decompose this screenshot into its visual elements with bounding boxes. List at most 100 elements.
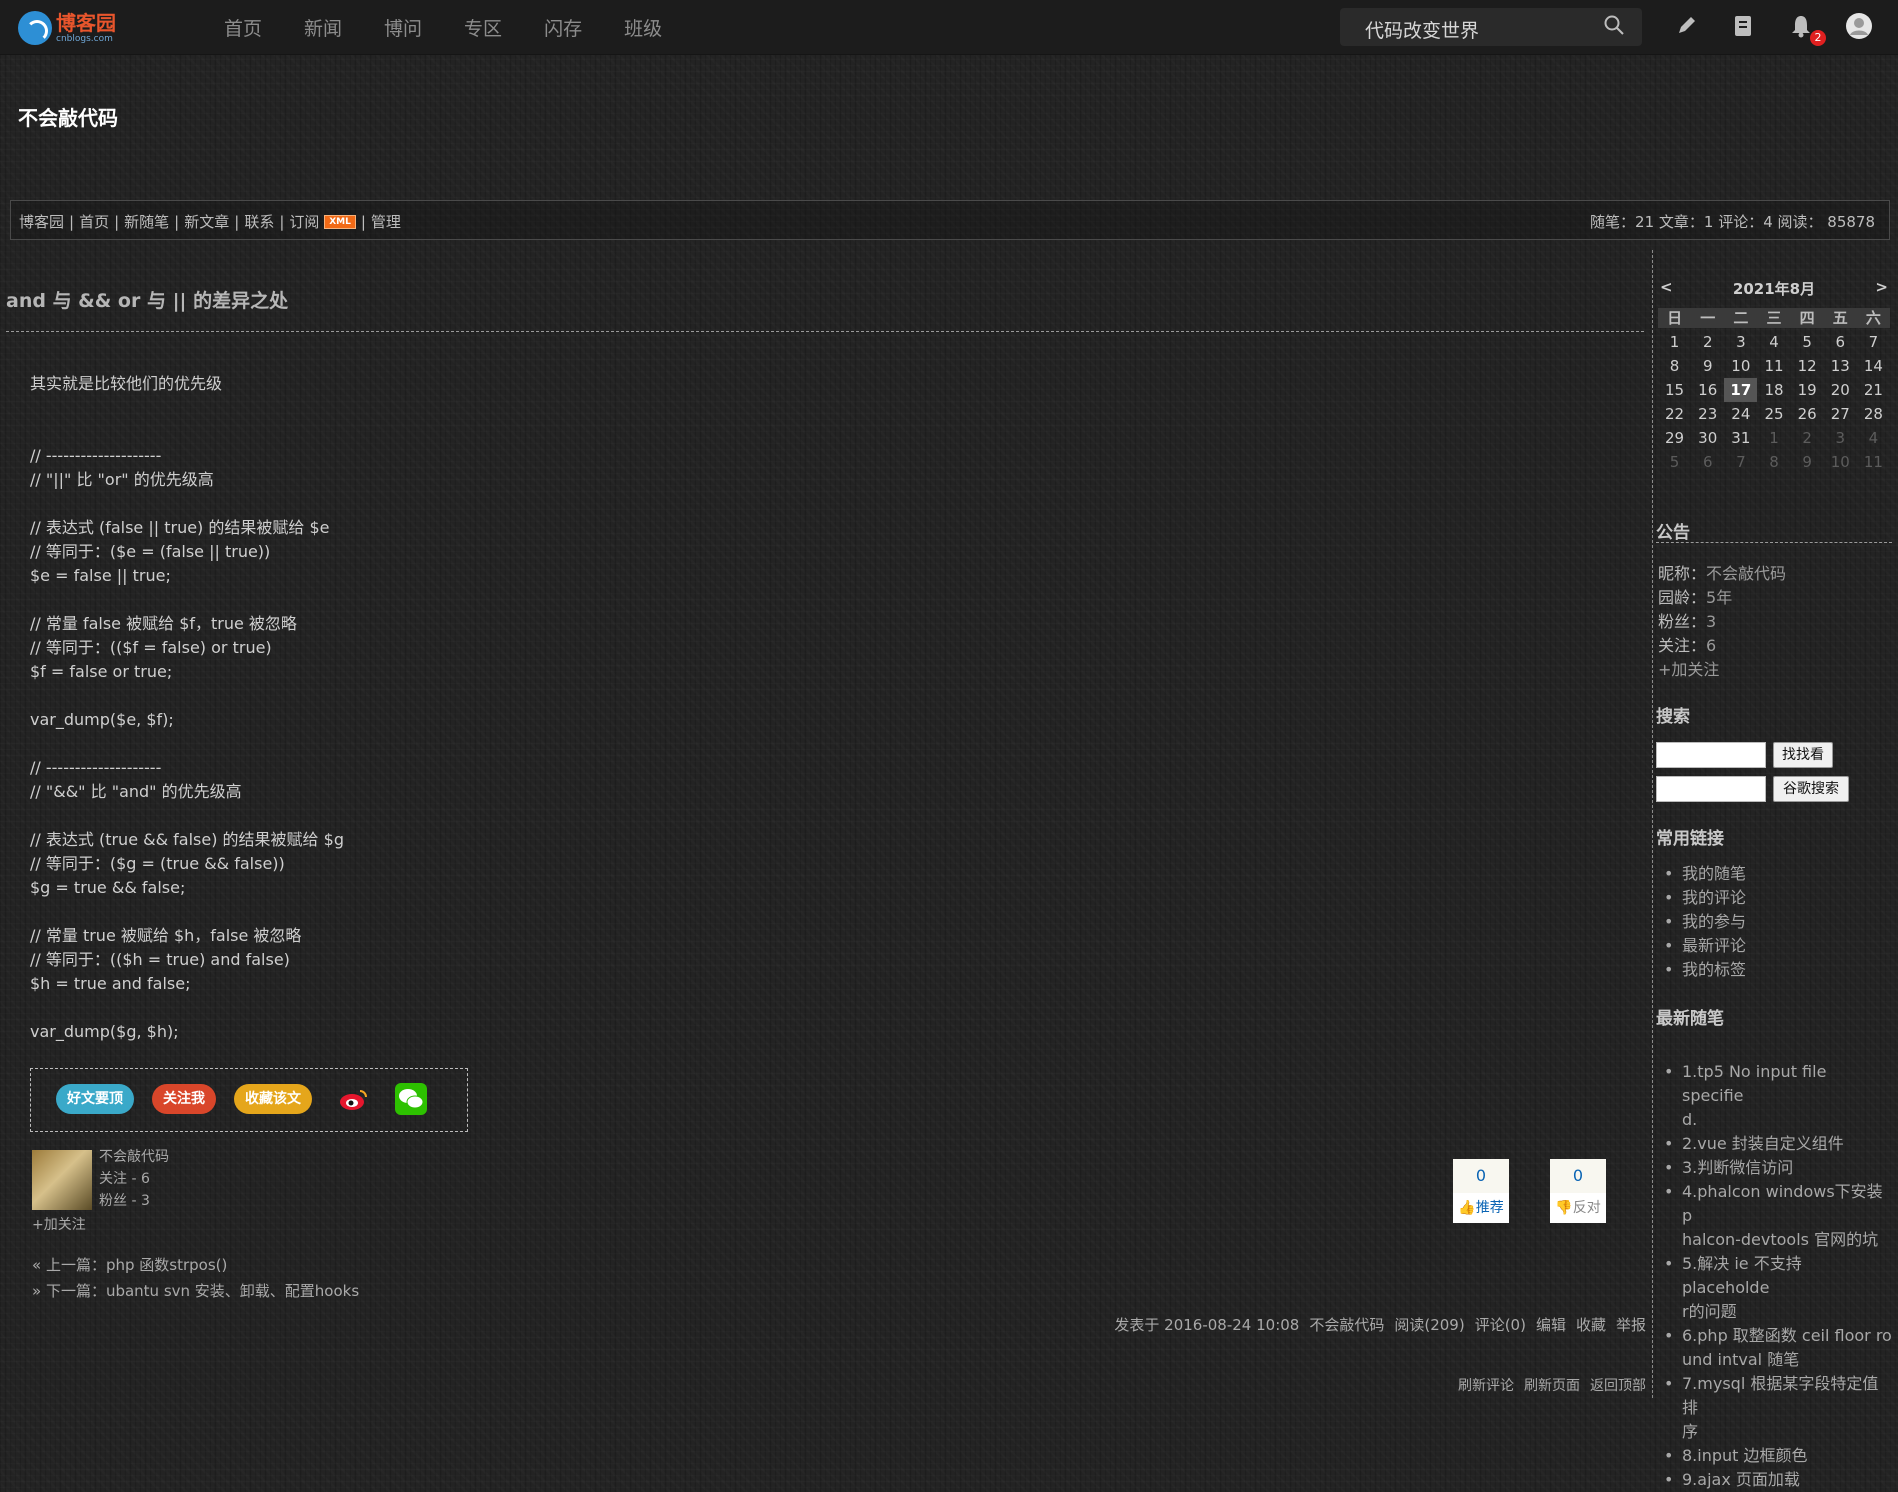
recent-post-link[interactable]: 6.php 取整函数 ceil floor ro	[1656, 1324, 1892, 1348]
recent-post-link-continued[interactable]: d.	[1656, 1108, 1892, 1132]
user-avatar-icon[interactable]	[1845, 12, 1873, 40]
calendar-day[interactable]: 28	[1857, 402, 1890, 426]
back-to-top-link[interactable]: 返回顶部	[1590, 1378, 1646, 1394]
nav-news[interactable]: 新闻	[304, 14, 342, 41]
calendar-day[interactable]: 6	[1824, 330, 1857, 354]
calendar-day[interactable]: 8	[1658, 354, 1691, 378]
navlink-new-post[interactable]: 新随笔	[124, 213, 169, 231]
cnblogs-logo[interactable]: 博客园 cnblogs.com	[18, 8, 116, 48]
author-avatar[interactable]	[32, 1150, 92, 1210]
search-icon[interactable]	[1604, 15, 1624, 35]
calendar-day[interactable]: 7	[1724, 450, 1757, 474]
navlink-subscribe[interactable]: 订阅	[289, 213, 319, 231]
google-search-button[interactable]: 谷歌搜索	[1773, 776, 1849, 802]
calendar-day[interactable]: 21	[1857, 378, 1890, 402]
edit-link[interactable]: 编辑	[1536, 1316, 1566, 1334]
calendar-day[interactable]: 22	[1658, 402, 1691, 426]
calendar-day[interactable]: 15	[1658, 378, 1691, 402]
search-input[interactable]: 代码改变世界	[1365, 16, 1479, 43]
link-my-comments[interactable]: 我的评论	[1656, 886, 1746, 910]
navlink-manage[interactable]: 管理	[371, 213, 401, 231]
navlink-home[interactable]: 首页	[79, 213, 109, 231]
recent-post-link[interactable]: 7.mysql 根据某字段特定值排	[1656, 1372, 1892, 1420]
report-link[interactable]: 举报	[1616, 1316, 1646, 1334]
recent-post-link[interactable]: 1.tp5 No input file specifie	[1656, 1060, 1892, 1108]
author-following[interactable]: 关注 - 6	[99, 1168, 169, 1190]
calendar-day[interactable]: 27	[1824, 402, 1857, 426]
notice-follow-link[interactable]: +加关注	[1658, 658, 1786, 682]
calendar-day[interactable]: 3	[1824, 426, 1857, 450]
calendar-day[interactable]: 9	[1791, 450, 1824, 474]
calendar-day[interactable]: 24	[1724, 402, 1757, 426]
calendar-day[interactable]: 5	[1791, 330, 1824, 354]
footer-author-link[interactable]: 不会敲代码	[1309, 1316, 1384, 1334]
calendar-day[interactable]: 19	[1791, 378, 1824, 402]
google-search-input[interactable]	[1656, 776, 1766, 802]
calendar-day[interactable]: 8	[1757, 450, 1790, 474]
calendar-day[interactable]: 9	[1691, 354, 1724, 378]
refresh-page-link[interactable]: 刷新页面	[1524, 1378, 1580, 1394]
calendar-day[interactable]: 7	[1857, 330, 1890, 354]
calendar-day[interactable]: 12	[1791, 354, 1824, 378]
recent-post-link-continued[interactable]: halcon-devtools 官网的坑	[1656, 1228, 1892, 1252]
calendar-day[interactable]: 1	[1658, 330, 1691, 354]
favorite-link[interactable]: 收藏	[1576, 1316, 1606, 1334]
recent-post-link-continued[interactable]: r的问题	[1656, 1300, 1892, 1324]
calendar-day[interactable]: 5	[1658, 450, 1691, 474]
next-post-link[interactable]: ubantu svn 安装、卸载、配置hooks	[106, 1282, 359, 1300]
recent-post-link[interactable]: 2.vue 封装自定义组件	[1656, 1132, 1892, 1156]
calendar-next-month[interactable]: >	[1875, 278, 1888, 299]
nav-flash[interactable]: 闪存	[544, 14, 582, 41]
calendar-day[interactable]: 2	[1691, 330, 1724, 354]
comment-count-link[interactable]: 评论(0)	[1475, 1316, 1526, 1334]
follow-me-button[interactable]: 关注我	[152, 1084, 216, 1114]
blog-title[interactable]: 不会敲代码	[18, 102, 118, 131]
nav-home[interactable]: 首页	[224, 14, 262, 41]
post-title[interactable]: and 与 && or 与 || 的差异之处	[6, 286, 288, 313]
link-my-posts[interactable]: 我的随笔	[1656, 862, 1746, 886]
calendar-day[interactable]: 11	[1857, 450, 1890, 474]
nav-questions[interactable]: 博问	[384, 14, 422, 41]
recent-post-link-continued[interactable]: und intval 随笔	[1656, 1348, 1892, 1372]
calendar-day[interactable]: 4	[1757, 330, 1790, 354]
prev-post-link[interactable]: php 函数strpos()	[106, 1256, 227, 1274]
link-my-tags[interactable]: 我的标签	[1656, 958, 1746, 982]
digg-button[interactable]: 0 👍推荐	[1453, 1159, 1509, 1223]
calendar-day[interactable]: 6	[1691, 450, 1724, 474]
calendar-day[interactable]: 25	[1757, 402, 1790, 426]
recent-post-link[interactable]: 4.phalcon windows下安装p	[1656, 1180, 1892, 1228]
calendar-day[interactable]: 18	[1757, 378, 1790, 402]
navlink-new-article[interactable]: 新文章	[184, 213, 229, 231]
recent-post-link[interactable]: 3.判断微信访问	[1656, 1156, 1892, 1180]
edit-pencil-icon[interactable]	[1672, 12, 1700, 40]
calendar-day[interactable]: 30	[1691, 426, 1724, 450]
calendar-day[interactable]: 16	[1691, 378, 1724, 402]
weibo-share-icon[interactable]	[338, 1085, 370, 1113]
calendar-day[interactable]: 4	[1857, 426, 1890, 450]
nav-class[interactable]: 班级	[624, 14, 662, 41]
link-latest-comments[interactable]: 最新评论	[1656, 934, 1746, 958]
refresh-comments-link[interactable]: 刷新评论	[1458, 1378, 1514, 1394]
calendar-day[interactable]: 14	[1857, 354, 1890, 378]
calendar-day[interactable]: 3	[1724, 330, 1757, 354]
recent-post-link[interactable]: 9.ajax 页面加载	[1656, 1468, 1892, 1492]
follow-author-link[interactable]: +加关注	[32, 1214, 86, 1234]
recent-post-link[interactable]: 8.input 边框颜色	[1656, 1444, 1892, 1468]
calendar-prev-month[interactable]: <	[1660, 278, 1673, 299]
wechat-share-icon[interactable]	[395, 1083, 427, 1115]
document-icon[interactable]	[1729, 12, 1757, 40]
calendar-day[interactable]: 29	[1658, 426, 1691, 450]
nav-zone[interactable]: 专区	[464, 14, 502, 41]
link-my-participation[interactable]: 我的参与	[1656, 910, 1746, 934]
sidebar-search-input[interactable]	[1656, 742, 1766, 768]
calendar-day[interactable]: 10	[1824, 450, 1857, 474]
calendar-day[interactable]: 26	[1791, 402, 1824, 426]
xml-feed-badge[interactable]: XML	[324, 215, 356, 229]
calendar-day[interactable]: 1	[1757, 426, 1790, 450]
calendar-day[interactable]: 2	[1791, 426, 1824, 450]
calendar-day[interactable]: 11	[1757, 354, 1790, 378]
navlink-cnblogs[interactable]: 博客园	[19, 213, 64, 231]
author-fans[interactable]: 粉丝 - 3	[99, 1190, 169, 1212]
calendar-day[interactable]: 10	[1724, 354, 1757, 378]
navlink-contact[interactable]: 联系	[244, 213, 274, 231]
